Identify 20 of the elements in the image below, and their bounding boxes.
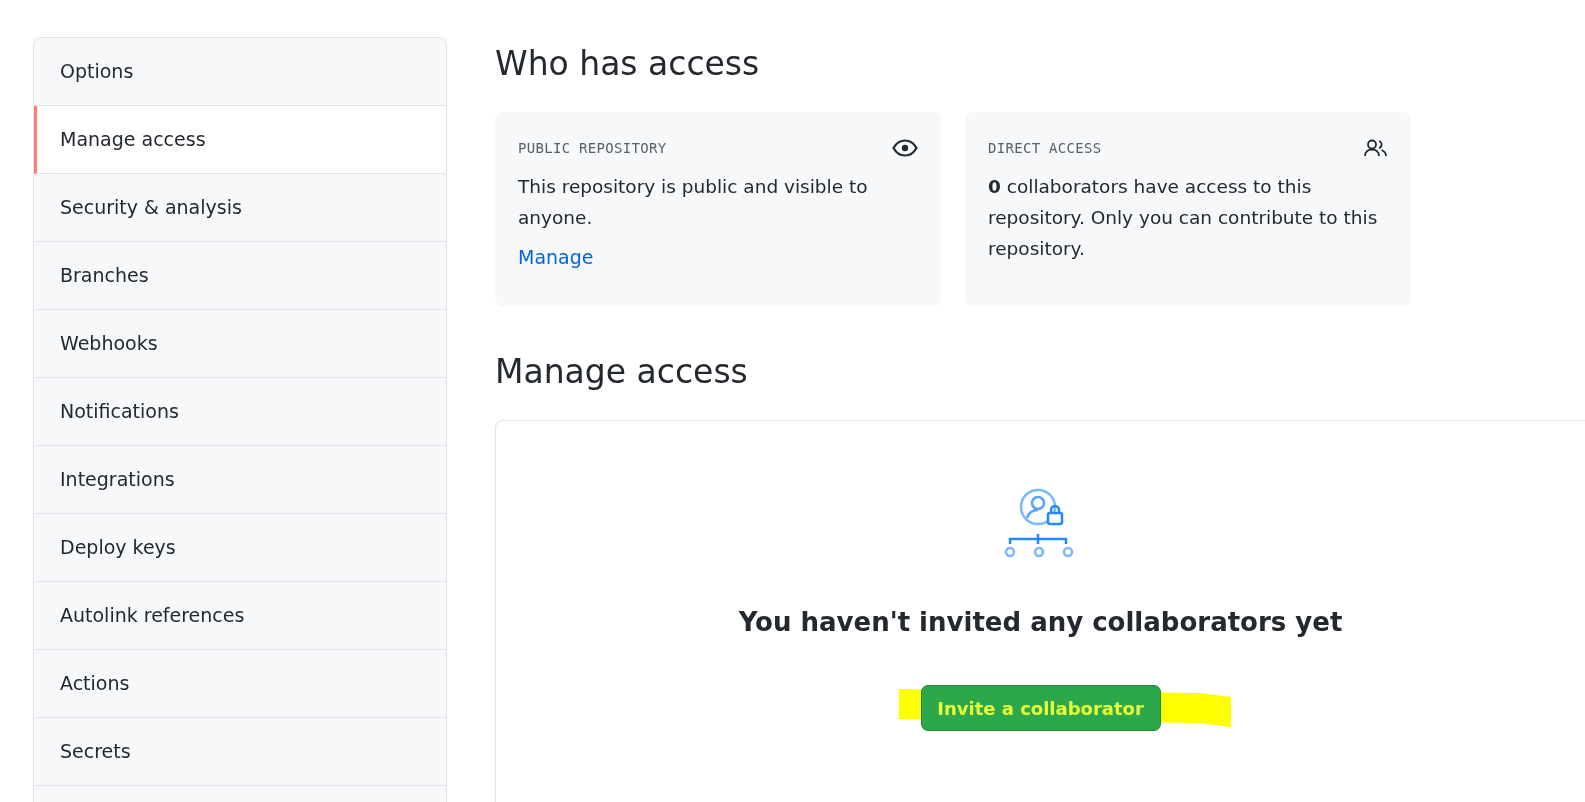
card-description: This repository is public and visible to anyone. <box>518 175 869 230</box>
sidebar-item[interactable]: Actions <box>34 650 446 718</box>
sidebar-item[interactable]: Webhooks <box>34 310 446 378</box>
sidebar-item[interactable]: Security & analysis <box>34 174 446 242</box>
sidebar-item[interactable]: Branches <box>34 242 446 310</box>
people-icon <box>1364 139 1388 157</box>
card-label: DIRECT ACCESS <box>988 140 1102 156</box>
sidebar-item[interactable]: Deploy keys <box>34 514 446 582</box>
empty-state-title: You haven't invited any collaborators yet <box>738 607 1343 637</box>
sidebar-item[interactable]: Notifications <box>34 378 446 446</box>
sidebar-item[interactable]: Manage access <box>34 106 446 174</box>
section-heading: Who has access <box>495 43 761 85</box>
sidebar-item[interactable]: Integrations <box>34 446 446 514</box>
eye-icon <box>892 139 918 157</box>
card-label: PUBLIC REPOSITORY <box>518 140 667 156</box>
manage-link[interactable]: Manage <box>518 246 594 268</box>
section-heading: Manage access <box>495 351 749 393</box>
sidebar-item[interactable]: Autolink references <box>34 582 446 650</box>
card-description: 0 collaborators have access to this repository. Only you can contribute to this repository. <box>988 175 1379 261</box>
sidebar-item[interactable]: Secrets <box>34 718 446 786</box>
